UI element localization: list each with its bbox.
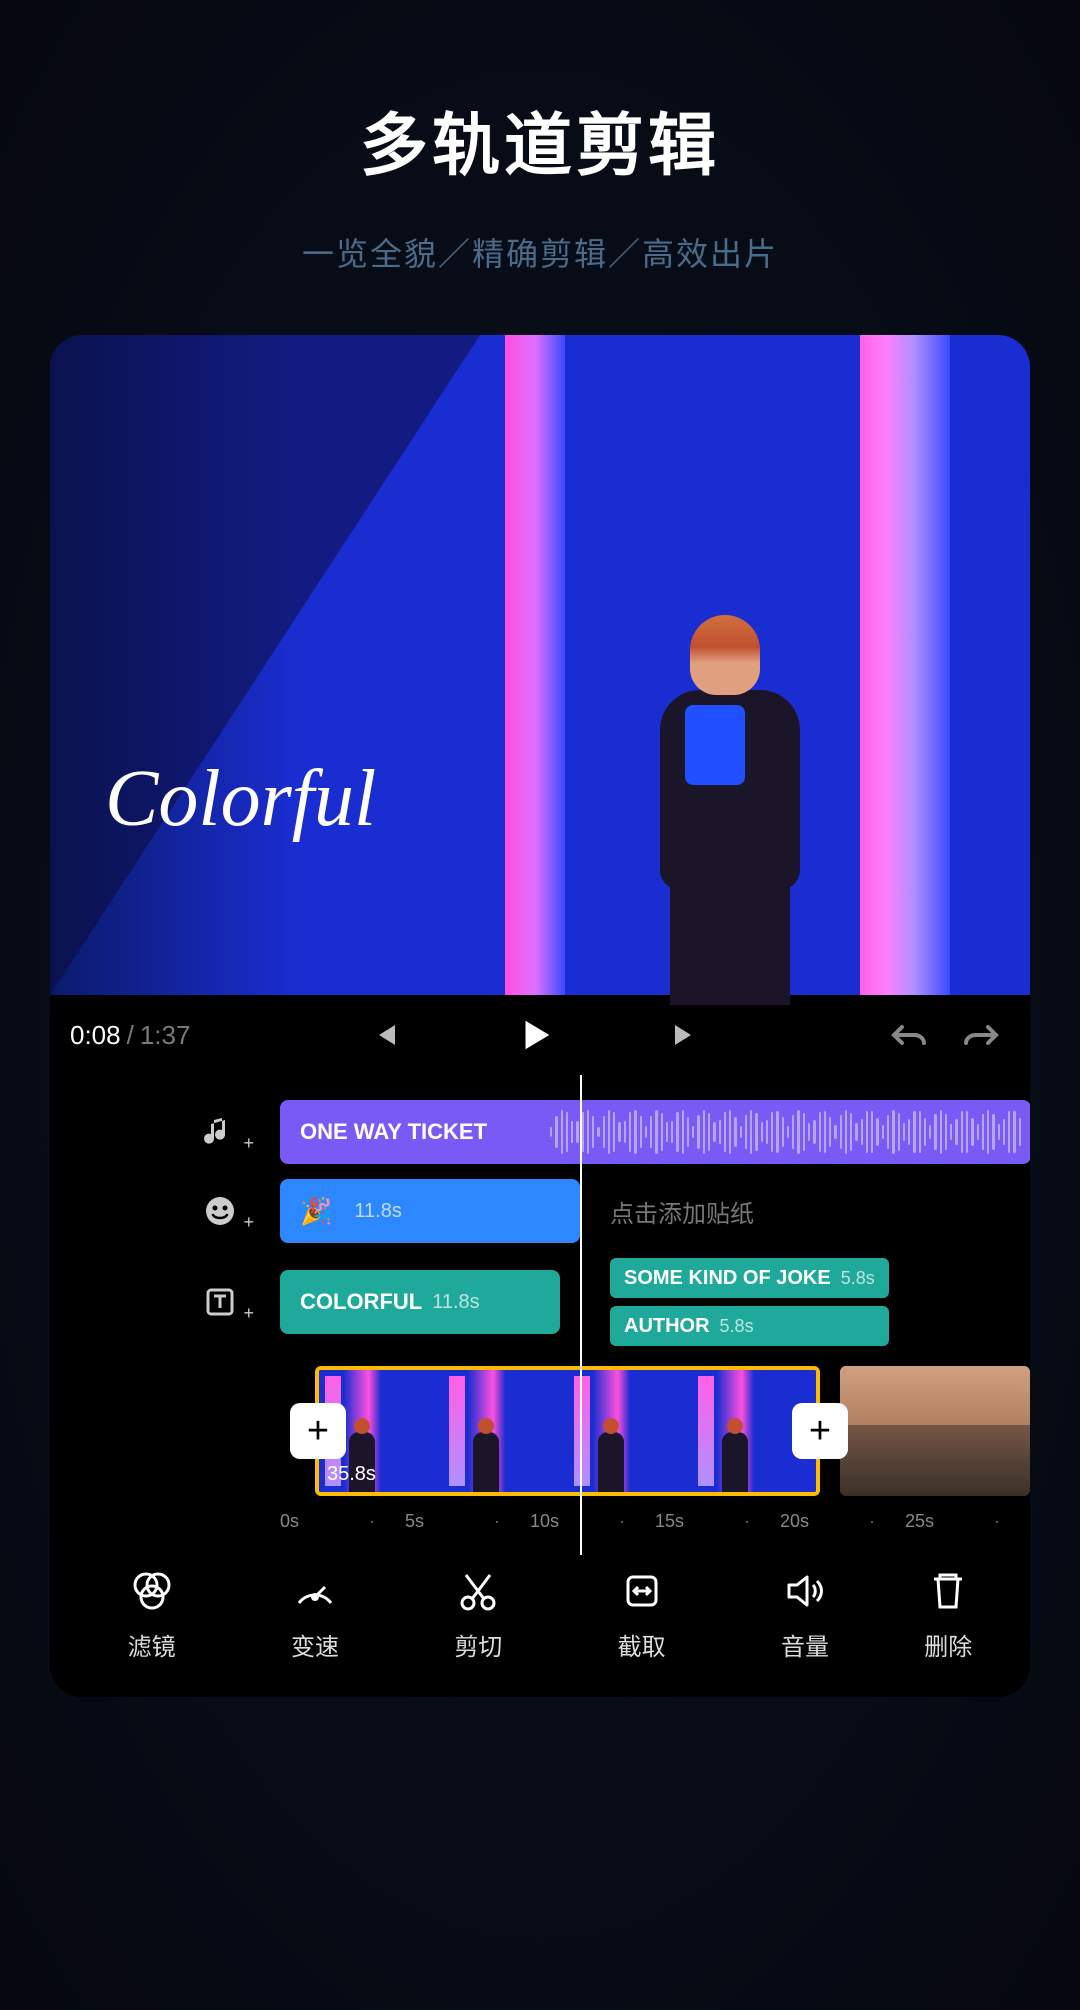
ruler-tick: 25s <box>905 1511 1030 1532</box>
add-sticker-placeholder[interactable]: 点击添加贴纸 <box>590 1179 1030 1243</box>
tool-label: 删除 <box>924 1627 972 1662</box>
volume-tool[interactable]: 音量 <box>745 1567 865 1662</box>
next-button[interactable] <box>660 1010 710 1060</box>
waveform-icon <box>550 1108 1021 1156</box>
speed-tool[interactable]: 变速 <box>255 1567 375 1662</box>
play-icon <box>516 1016 554 1054</box>
skip-forward-icon <box>669 1019 701 1051</box>
editor-screen: Colorful 0:08 / 1:37 + <box>50 335 1030 1697</box>
timeline[interactable]: + ONE WAY TICKET + 🎉 11.8s 点击添加贴纸 <box>50 1075 1030 1542</box>
add-sticker-button[interactable]: + <box>190 1193 250 1229</box>
add-clip-before-button[interactable]: + <box>290 1403 346 1459</box>
tool-label: 音量 <box>781 1627 829 1662</box>
video-track: + + 35.8s + <box>50 1366 1030 1496</box>
emoji-icon <box>202 1193 238 1229</box>
ruler-tick: 20s <box>780 1511 905 1532</box>
tool-bar: 滤镜 变速 剪切 截取 音量 删除 <box>50 1542 1030 1697</box>
music-track: + ONE WAY TICKET <box>50 1100 1030 1164</box>
text-clip-duration: 5.8s <box>841 1268 875 1289</box>
tool-label: 剪切 <box>454 1627 502 1662</box>
hero-subtitle: 一览全貌／精确剪辑／高效出片 <box>0 229 1080 275</box>
add-text-button[interactable]: + <box>190 1284 250 1320</box>
music-clip[interactable]: ONE WAY TICKET <box>280 1100 1030 1164</box>
text-clip-label: SOME KIND OF JOKE <box>624 1267 831 1290</box>
preview-text-overlay: Colorful <box>105 754 376 845</box>
ruler-tick: 5s <box>405 1511 530 1532</box>
time-ruler[interactable]: 0s 5s 10s 15s 20s 25s <box>280 1511 1030 1532</box>
party-popper-icon: 🎉 <box>300 1196 332 1227</box>
cut-tool[interactable]: 剪切 <box>418 1567 538 1662</box>
ruler-tick: 10s <box>530 1511 655 1532</box>
playhead[interactable] <box>580 1075 582 1555</box>
text-clip-secondary[interactable]: AUTHOR 5.8s <box>610 1306 889 1346</box>
filter-tool[interactable]: 滤镜 <box>92 1567 212 1662</box>
music-icon <box>202 1114 238 1150</box>
text-track: + COLORFUL 11.8s SOME KIND OF JOKE 5.8s … <box>50 1258 1030 1346</box>
sticker-duration: 11.8s <box>354 1200 401 1223</box>
time-current: 0:08 <box>70 1020 121 1051</box>
tool-label: 滤镜 <box>128 1627 176 1662</box>
text-icon <box>202 1284 238 1320</box>
sticker-clip[interactable]: 🎉 11.8s <box>280 1179 580 1243</box>
prev-button[interactable] <box>360 1010 410 1060</box>
crop-tool[interactable]: 截取 <box>582 1567 702 1662</box>
video-preview[interactable]: Colorful <box>50 335 1030 995</box>
tool-label: 变速 <box>291 1627 339 1662</box>
hero-title: 多轨道剪辑 <box>0 90 1080 189</box>
text-clip-label: COLORFUL <box>300 1289 422 1315</box>
redo-icon <box>960 1019 1000 1051</box>
text-clip-primary[interactable]: COLORFUL 11.8s <box>280 1270 560 1334</box>
volume-icon <box>781 1567 829 1615</box>
video-clip-duration: 35.8s <box>327 1463 376 1486</box>
time-separator: / <box>127 1020 134 1051</box>
scissors-icon <box>454 1567 502 1615</box>
add-music-button[interactable]: + <box>190 1114 250 1150</box>
tool-label: 截取 <box>618 1627 666 1662</box>
text-clip-label: AUTHOR <box>624 1315 710 1338</box>
trash-icon <box>924 1567 972 1615</box>
sticker-track: + 🎉 11.8s 点击添加贴纸 <box>50 1179 1030 1243</box>
ruler-tick: 0s <box>280 1511 405 1532</box>
delete-tool[interactable]: 删除 <box>908 1567 988 1662</box>
ruler-tick: 15s <box>655 1511 780 1532</box>
add-clip-after-button[interactable]: + <box>792 1403 848 1459</box>
skip-back-icon <box>369 1019 401 1051</box>
video-clip[interactable] <box>840 1366 1030 1496</box>
text-clip-duration: 11.8s <box>432 1291 479 1314</box>
time-total: 1:37 <box>140 1020 191 1051</box>
text-clip-duration: 5.8s <box>720 1316 754 1337</box>
undo-button[interactable] <box>885 1010 935 1060</box>
playback-controls: 0:08 / 1:37 <box>50 995 1030 1075</box>
text-clip-secondary[interactable]: SOME KIND OF JOKE 5.8s <box>610 1258 889 1298</box>
video-clip-selected[interactable]: 35.8s <box>315 1366 820 1496</box>
crop-icon <box>618 1567 666 1615</box>
music-clip-title: ONE WAY TICKET <box>300 1119 487 1145</box>
undo-icon <box>890 1019 930 1051</box>
speed-icon <box>291 1567 339 1615</box>
play-button[interactable] <box>510 1010 560 1060</box>
redo-button[interactable] <box>955 1010 1005 1060</box>
filter-icon <box>128 1567 176 1615</box>
